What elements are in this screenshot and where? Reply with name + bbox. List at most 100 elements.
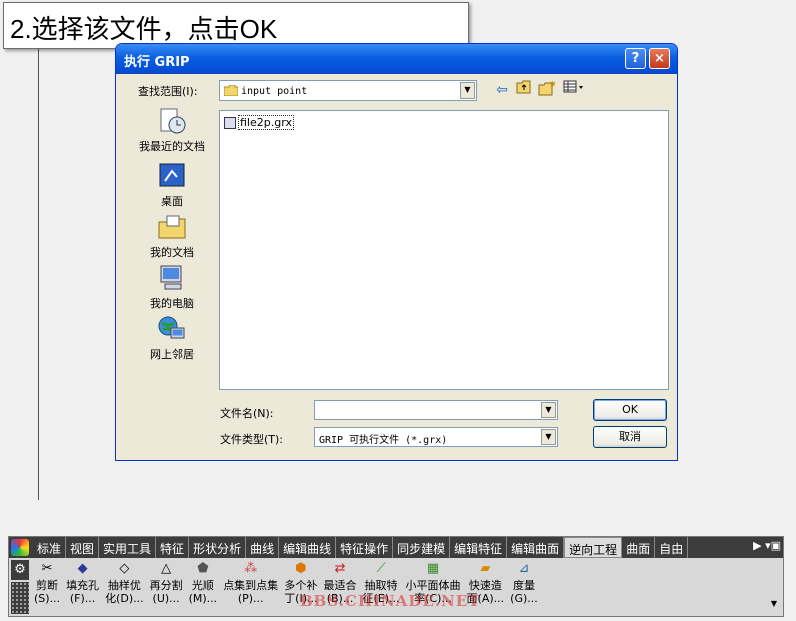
tab-standard[interactable]: 标准 xyxy=(33,537,67,558)
place-desktop[interactable]: 桌面 xyxy=(126,161,218,209)
patch-icon: ⬢ xyxy=(295,561,307,576)
tab-freeform[interactable]: 自由 xyxy=(655,537,689,558)
place-label: 我的电脑 xyxy=(150,297,194,310)
place-label: 我的文档 xyxy=(150,246,194,259)
gear-icon[interactable]: ⚙ xyxy=(11,560,29,580)
cmd-decimate[interactable]: ◇ 抽样优 化(D)... xyxy=(102,559,147,605)
tab-curve[interactable]: 曲线 xyxy=(246,537,280,558)
facet-curvature-icon: ▦ xyxy=(426,561,440,576)
place-label: 我最近的文档 xyxy=(139,140,205,153)
dialog-title: 执行 GRIP xyxy=(124,55,190,70)
cmd-shortcut: (F)... xyxy=(69,592,96,605)
tab-scroll-icon[interactable]: ▶ ▾▣ xyxy=(753,539,781,552)
tab-synchronous-modeling[interactable]: 同步建模 xyxy=(393,537,451,558)
my-computer-icon xyxy=(160,265,182,290)
recent-documents-icon xyxy=(160,108,186,134)
trim-icon: ✂ xyxy=(41,561,53,576)
back-icon[interactable]: ⇦ xyxy=(492,80,512,100)
file-icon xyxy=(224,116,236,129)
tab-feature[interactable]: 特征 xyxy=(156,537,190,558)
cmd-shortcut: (G)... xyxy=(510,592,538,605)
cmd-fill-hole[interactable]: ◆ 填充孔 (F)... xyxy=(63,559,102,605)
close-button[interactable]: × xyxy=(649,48,670,69)
file-item[interactable]: file2p.grx xyxy=(224,115,294,130)
lookin-value: input point xyxy=(223,84,308,97)
tab-view[interactable]: 视图 xyxy=(66,537,100,558)
help-button[interactable]: ? xyxy=(625,48,646,69)
filename-label: 文件名(N): xyxy=(220,407,274,420)
app-logo-icon[interactable] xyxy=(11,539,29,556)
place-label: 网上邻居 xyxy=(150,348,194,361)
chevron-down-icon[interactable]: ▼ xyxy=(541,402,556,418)
file-name: file2p.grx xyxy=(238,115,294,130)
tab-edit-surface[interactable]: 编辑曲面 xyxy=(507,537,565,558)
cmd-shortcut: (S)... xyxy=(34,592,61,605)
watermark: BBS.CHINADE.NET xyxy=(300,592,481,610)
network-places-icon xyxy=(158,316,185,339)
filename-input[interactable]: ▼ xyxy=(314,400,558,420)
cmd-shortcut: (P)... xyxy=(237,592,264,605)
my-documents-icon xyxy=(158,215,186,239)
measure-icon: ⊿ xyxy=(518,561,530,576)
filetype-label: 文件类型(T): xyxy=(220,433,284,446)
cmd-shortcut: (M)... xyxy=(188,592,218,605)
canvas-edge-line xyxy=(38,48,39,500)
tab-edit-feature[interactable]: 编辑特征 xyxy=(450,537,508,558)
cmd-label: 填充孔 xyxy=(66,579,100,592)
point-set-icon: ⁂ xyxy=(244,561,258,576)
chevron-down-icon[interactable]: ▼ xyxy=(460,82,475,99)
cmd-label: 剪断 xyxy=(36,579,59,592)
cmd-label: 最适合 xyxy=(323,579,357,592)
filetype-combo[interactable]: GRIP 可执行文件 (*.grx) ▼ xyxy=(314,427,558,447)
cmd-label: 抽样优 xyxy=(107,579,141,592)
chevron-down-icon[interactable]: ▼ xyxy=(771,599,777,608)
cmd-subdivide[interactable]: △ 再分割 (U)... xyxy=(147,559,186,605)
lookin-combo[interactable]: input point ▼ xyxy=(219,80,477,101)
cmd-trim[interactable]: ✂ 剪断 (S)... xyxy=(31,559,63,605)
svg-text:✷: ✷ xyxy=(549,80,556,90)
cmd-label: 多个补 xyxy=(284,579,318,592)
cmd-label: 快速造 xyxy=(468,579,502,592)
ribbon-tabbar: 标准 视图 实用工具 特征 形状分析 曲线 编辑曲线 特征操作 同步建模 编辑特… xyxy=(9,537,783,558)
place-network[interactable]: 网上邻居 xyxy=(126,314,218,362)
dialog-titlebar[interactable]: 执行 GRIP ? × xyxy=(116,44,677,74)
ok-button[interactable]: OK xyxy=(593,399,667,421)
tab-feature-operation[interactable]: 特征操作 xyxy=(336,537,394,558)
tab-reverse-engineering[interactable]: 逆向工程 xyxy=(564,537,623,558)
decimate-icon: ◇ xyxy=(119,561,130,576)
cmd-label: 抽取特 xyxy=(364,579,398,592)
subdivide-icon: △ xyxy=(161,561,172,576)
place-recent[interactable]: 我最近的文档 xyxy=(126,106,218,154)
cmd-smooth[interactable]: ⬟ 光顺 (M)... xyxy=(186,559,221,605)
cmd-measure[interactable]: ⊿ 度量 (G)... xyxy=(507,559,541,605)
toolbar-grip-handle[interactable] xyxy=(11,582,29,614)
execute-grip-dialog: 执行 GRIP ? × 查找范围(I): input point ▼ ⇦ ✷ 我… xyxy=(115,43,678,461)
lookin-value-text: input point xyxy=(241,86,308,97)
view-menu-icon[interactable] xyxy=(562,80,586,100)
place-my-computer[interactable]: 我的电脑 xyxy=(126,263,218,311)
filetype-value: GRIP 可执行文件 (*.grx) xyxy=(319,435,448,446)
cancel-button[interactable]: 取消 xyxy=(593,426,667,448)
cmd-shortcut: 化(D)... xyxy=(105,592,144,605)
tab-edit-curve[interactable]: 编辑曲线 xyxy=(279,537,337,558)
new-folder-icon[interactable]: ✷ xyxy=(537,80,557,100)
tab-utilities[interactable]: 实用工具 xyxy=(99,537,157,558)
tab-shape-analysis[interactable]: 形状分析 xyxy=(189,537,247,558)
cmd-point-set-to-point-set[interactable]: ⁂ 点集到点集 (P)... xyxy=(220,559,281,605)
cmd-label: 度量 xyxy=(512,579,535,592)
cmd-label: 再分割 xyxy=(149,579,183,592)
chevron-down-icon[interactable]: ▼ xyxy=(541,429,556,445)
tab-surface[interactable]: 曲面 xyxy=(622,537,656,558)
lookin-label: 查找范围(I): xyxy=(138,85,198,98)
folder-icon xyxy=(223,84,239,97)
place-my-documents[interactable]: 我的文档 xyxy=(126,212,218,260)
desktop-icon xyxy=(159,163,185,187)
ribbon-tabs: 标准 视图 实用工具 特征 形状分析 曲线 编辑曲线 特征操作 同步建模 编辑特… xyxy=(33,537,689,558)
up-folder-icon[interactable] xyxy=(514,80,534,100)
best-fit-icon: ⇄ xyxy=(334,561,346,576)
smooth-icon: ⬟ xyxy=(197,561,209,576)
filename-value xyxy=(315,406,318,419)
place-label: 桌面 xyxy=(161,195,183,208)
cmd-shortcut: (U)... xyxy=(152,592,180,605)
file-list[interactable]: file2p.grx xyxy=(219,110,669,390)
